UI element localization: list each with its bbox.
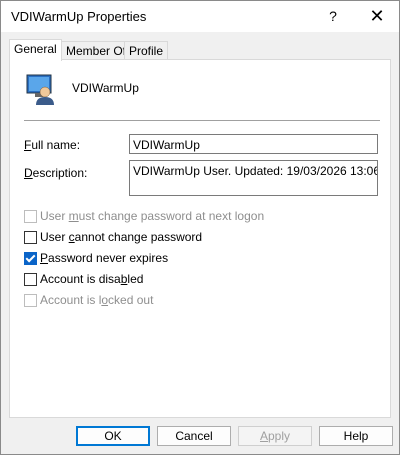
ok-button[interactable]: OK [76, 426, 150, 446]
title-bar: VDIWarmUp Properties ? ✕ [1, 1, 399, 32]
window-title: VDIWarmUp Properties [11, 9, 147, 24]
divider [24, 120, 380, 121]
option-label: Account is disabled [40, 272, 144, 286]
option-label: Account is locked out [40, 293, 154, 307]
help-button[interactable]: Help [319, 426, 393, 446]
option-label: Password never expires [40, 251, 169, 265]
tab-general[interactable]: General [9, 39, 62, 61]
full-name-label: Full name: [24, 138, 81, 152]
checkbox[interactable] [24, 252, 37, 265]
full-name-field[interactable]: VDIWarmUp [129, 134, 378, 154]
tab-profile[interactable]: Profile [124, 41, 169, 60]
user-icon [26, 74, 54, 105]
description-field[interactable]: VDIWarmUp User. Updated: 19/03/2026 13:0… [129, 160, 378, 196]
tab-member-of[interactable]: Member Of [61, 41, 132, 60]
help-icon[interactable]: ? [323, 6, 343, 26]
general-tab-panel: VDIWarmUp Full name: VDIWarmUp Descripti… [9, 59, 391, 418]
account-name: VDIWarmUp [72, 81, 139, 95]
checkbox[interactable] [24, 273, 37, 286]
close-icon[interactable]: ✕ [367, 6, 387, 26]
checkbox[interactable] [24, 294, 37, 307]
checkbox[interactable] [24, 231, 37, 244]
apply-button[interactable]: Apply [238, 426, 312, 446]
option-label: User cannot change password [40, 230, 203, 244]
option-label: User must change password at next logon [40, 209, 265, 223]
checkbox[interactable] [24, 210, 37, 223]
properties-dialog: VDIWarmUp Properties ? ✕ General Member … [0, 0, 400, 455]
description-label: Description: [24, 166, 88, 180]
cancel-button[interactable]: Cancel [157, 426, 231, 446]
